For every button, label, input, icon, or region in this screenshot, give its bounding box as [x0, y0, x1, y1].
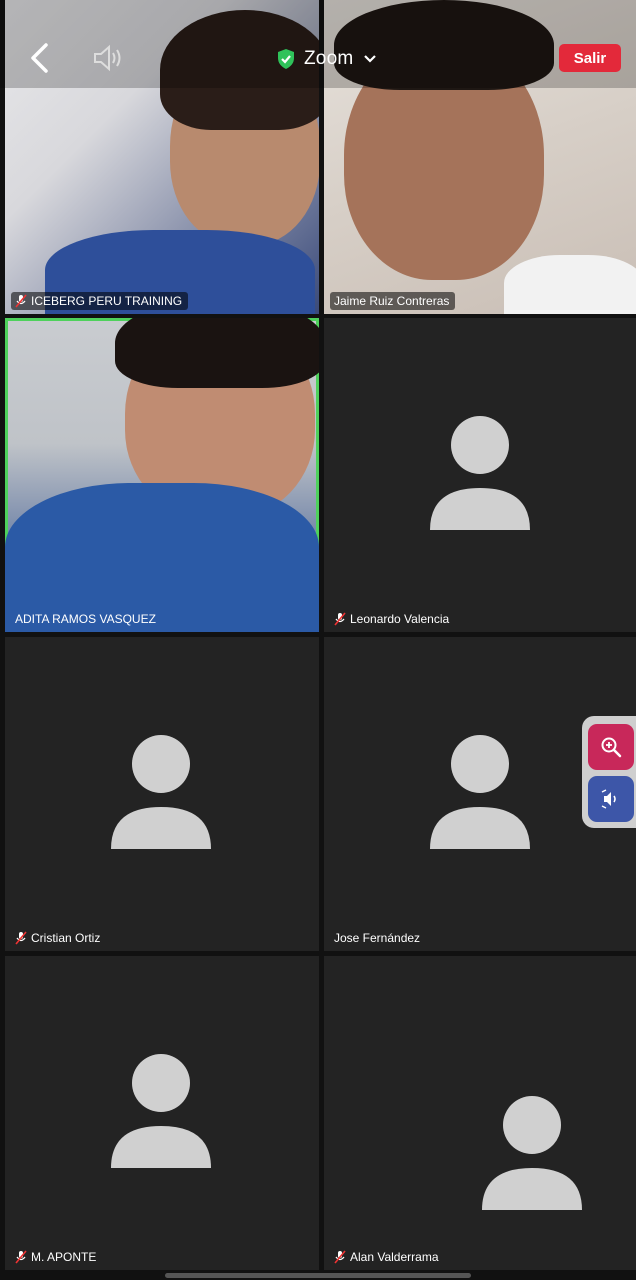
- shield-check-icon: [278, 49, 294, 69]
- floating-controls: [582, 716, 636, 828]
- meeting-toolbar: Zoom Salir: [0, 0, 636, 88]
- participant-nameplate: Leonardo Valencia: [330, 610, 455, 628]
- avatar-placeholder-icon: [430, 735, 530, 849]
- home-indicator[interactable]: [165, 1273, 471, 1278]
- muted-mic-icon: [15, 931, 27, 945]
- participant-tile[interactable]: Alan Valderrama: [324, 956, 636, 1270]
- participant-name: Jose Fernández: [334, 931, 421, 945]
- participant-name: Leonardo Valencia: [350, 612, 450, 626]
- muted-mic-icon: [334, 612, 346, 626]
- avatar-placeholder-icon: [482, 1096, 582, 1210]
- participant-name: M. APONTE: [31, 1250, 97, 1264]
- meeting-title: Zoom: [304, 48, 354, 69]
- participant-nameplate: ICEBERG PERU TRAINING: [11, 292, 189, 310]
- leave-button[interactable]: Salir: [559, 44, 621, 72]
- avatar-placeholder-icon: [111, 1054, 211, 1168]
- participant-tile[interactable]: Leonardo Valencia: [324, 318, 636, 632]
- participant-tile-active-speaker[interactable]: ADITA RAMOS VASQUEZ: [5, 318, 319, 632]
- chevron-down-icon: [364, 55, 377, 63]
- participant-tile[interactable]: Cristian Ortiz: [5, 637, 319, 951]
- muted-mic-icon: [334, 1250, 346, 1264]
- meeting-title-dropdown[interactable]: Zoom: [276, 46, 377, 72]
- avatar-placeholder-icon: [430, 416, 530, 530]
- muted-mic-icon: [15, 1250, 27, 1264]
- participant-video: [115, 318, 319, 388]
- audio-button[interactable]: [588, 776, 634, 822]
- participant-nameplate: Jaime Ruiz Contreras: [330, 292, 456, 310]
- participant-nameplate: Cristian Ortiz: [11, 929, 106, 947]
- participant-video: [504, 255, 636, 314]
- participant-nameplate: M. APONTE: [11, 1248, 102, 1266]
- participant-nameplate: ADITA RAMOS VASQUEZ: [11, 610, 162, 628]
- muted-mic-icon: [15, 294, 27, 308]
- avatar-placeholder-icon: [111, 735, 211, 849]
- participant-nameplate: Alan Valderrama: [330, 1248, 445, 1266]
- participant-name: Jaime Ruiz Contreras: [334, 294, 450, 308]
- participant-name: ADITA RAMOS VASQUEZ: [15, 612, 156, 626]
- zoom-in-icon: [601, 737, 622, 758]
- participant-tile[interactable]: M. APONTE: [5, 956, 319, 1270]
- zoom-in-button[interactable]: [588, 724, 634, 770]
- speaker-icon[interactable]: [92, 44, 124, 72]
- participant-nameplate: Jose Fernández: [330, 929, 426, 947]
- participant-name: Cristian Ortiz: [31, 931, 101, 945]
- participant-name: Alan Valderrama: [350, 1250, 439, 1264]
- audio-icon: [601, 789, 616, 809]
- participant-name: ICEBERG PERU TRAINING: [31, 294, 183, 308]
- back-icon[interactable]: [28, 42, 52, 74]
